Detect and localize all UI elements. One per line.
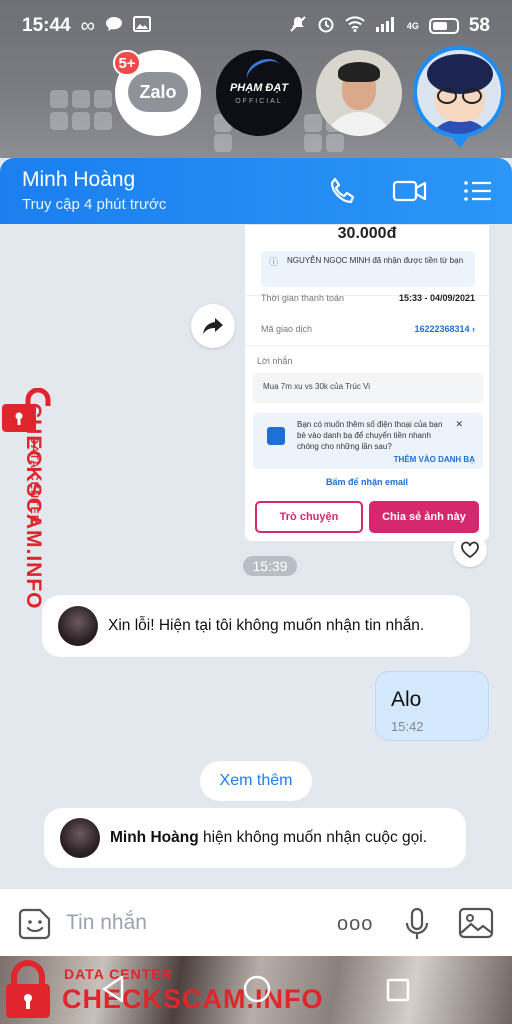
share-image-button: Chia sẻ ảnh này xyxy=(369,501,479,533)
email-link: Bấm để nhận email xyxy=(325,477,409,487)
avatar-shirt xyxy=(324,112,394,136)
contact-name[interactable]: Minh Hoàng xyxy=(22,168,135,192)
message-text: Xin lỗi! Hiện tại tôi không muốn nhận ti… xyxy=(108,617,425,634)
shared-image-message[interactable]: 30.000đ NGUYỄN NGỌC MINH đã nhận được ti… xyxy=(244,224,490,542)
message-input[interactable]: Tin nhắn xyxy=(66,911,147,935)
avatar-hair xyxy=(427,54,493,94)
message-time: 15:42 xyxy=(391,719,424,734)
system-message: Minh Hoàng hiện không muốn nhận cuộc gọi… xyxy=(44,808,466,868)
recents-icon[interactable] xyxy=(386,978,410,1007)
more-icon[interactable]: ooo xyxy=(337,913,373,936)
transaction-label: Mã giao dịch xyxy=(261,324,313,334)
watermark-checkscam: CHECKSCAM.INFO xyxy=(22,403,45,610)
battery-icon xyxy=(428,18,459,34)
time-separator: 15:39 xyxy=(243,556,297,576)
pham-dat-logo-text: PHẠM ĐẠT xyxy=(229,82,289,94)
contact-chat-head[interactable] xyxy=(316,50,402,136)
home-icon[interactable] xyxy=(242,974,272,1009)
menu-icon[interactable] xyxy=(462,175,494,207)
status-time: 15:44 xyxy=(22,15,71,36)
sticker-icon[interactable] xyxy=(18,907,52,946)
call-block-text: hiện không muốn nhận cuộc gọi. xyxy=(198,829,428,846)
chat-notification-icon xyxy=(105,16,123,37)
avatar-hair xyxy=(338,62,380,82)
phone-icon[interactable] xyxy=(326,175,358,207)
chat-header: Minh Hoàng Truy cập 4 phút trước xyxy=(0,158,512,224)
avatar xyxy=(60,818,100,858)
add-contact-link: THÊM VÀO DANH BẠ xyxy=(393,455,475,464)
payment-time-label: Thời gian thanh toán xyxy=(261,293,344,303)
system-navigation-bar: DATA CENTER CHECKSCAM.INFO xyxy=(0,956,512,1024)
lock-icon xyxy=(2,960,54,1020)
active-head-pointer xyxy=(451,136,469,148)
infinity-icon: ∞ xyxy=(80,14,95,37)
see-more-button[interactable]: Xem thêm xyxy=(200,761,312,801)
payment-time-value: 15:33 - 04/09/2021 xyxy=(398,293,475,303)
payment-amount: 30.000đ xyxy=(337,225,397,242)
system-message-text: Minh Hoàng hiện không muốn nhận cuộc gọi… xyxy=(110,829,427,847)
gallery-notification-icon xyxy=(132,15,151,37)
contact-name-bold: Minh Hoàng xyxy=(110,829,199,846)
network-type: 4G xyxy=(406,21,419,31)
wifi-icon xyxy=(345,15,365,37)
add-contact-promo: Bạn có muốn thêm số điện thoại của bạn b… xyxy=(253,413,483,469)
message-value: Mua 7m xu vs 30k của Trúc Vi xyxy=(253,373,483,403)
transaction-value: 16222368314 › xyxy=(414,324,475,334)
status-bar: 15:44 ∞ 4G 58 xyxy=(0,0,512,52)
divider xyxy=(245,345,489,346)
microphone-icon[interactable] xyxy=(404,907,430,946)
contact-book-icon xyxy=(267,427,285,445)
signal-icon xyxy=(375,16,397,37)
heart-icon[interactable] xyxy=(453,533,487,567)
close-icon: ✕ xyxy=(455,419,463,429)
message-label: Lời nhắn xyxy=(257,356,293,366)
active-chat-head[interactable] xyxy=(413,46,505,138)
alarm-icon xyxy=(317,15,335,38)
glasses-right xyxy=(462,88,482,104)
glasses-left xyxy=(437,88,457,104)
message-input-bar: Tin nhắn ooo xyxy=(0,888,512,956)
avatar xyxy=(58,606,98,646)
unread-badge: 5+ xyxy=(113,50,141,76)
outgoing-message[interactable]: Alo 15:42 xyxy=(375,671,489,741)
mute-icon xyxy=(289,15,307,38)
back-icon[interactable] xyxy=(100,974,126,1009)
battery-percent: 58 xyxy=(468,15,490,36)
video-icon[interactable] xyxy=(392,175,428,207)
incoming-message[interactable]: Xin lỗi! Hiện tại tôi không muốn nhận ti… xyxy=(42,595,470,657)
transaction-row: Mã giao dịch 16222368314 › xyxy=(261,324,475,334)
zalo-chat-head[interactable]: Zalo 5+ xyxy=(113,50,201,136)
image-icon[interactable] xyxy=(458,907,494,944)
payment-time-row: Thời gian thanh toán 15:33 - 04/09/2021 xyxy=(261,293,475,303)
last-seen: Truy cập 4 phút trước xyxy=(22,196,167,213)
pham-dat-chat-head[interactable]: PHẠM ĐẠT OFFICIAL xyxy=(216,50,302,136)
share-arrow-icon[interactable] xyxy=(191,304,235,348)
message-text: Alo xyxy=(391,688,422,711)
promo-text: Bạn có muốn thêm số điện thoại của bạn b… xyxy=(297,420,443,451)
pham-dat-logo-subtext: OFFICIAL xyxy=(235,98,283,105)
received-note: NGUYỄN NGỌC MINH đã nhận được tiền từ bạ… xyxy=(261,251,475,287)
chat-button: Trò chuyện xyxy=(255,501,363,533)
zalo-logo: Zalo xyxy=(128,72,188,112)
